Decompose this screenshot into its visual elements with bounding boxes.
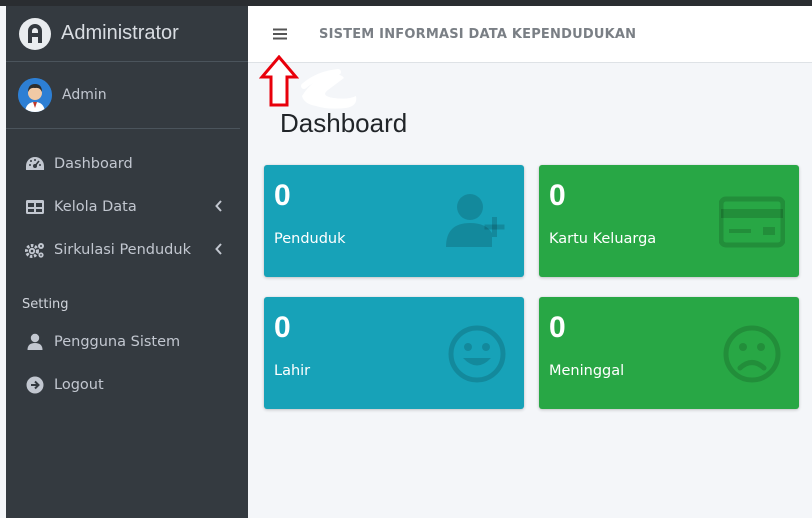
user-icon xyxy=(24,332,46,352)
credit-card-icon xyxy=(719,196,785,248)
sidebar-item-label: Kelola Data xyxy=(54,198,137,215)
brand-link[interactable]: Administrator xyxy=(6,6,248,62)
page-title: Dashboard xyxy=(280,108,408,138)
sidebar-item-dashboard[interactable]: Dashboard xyxy=(6,142,248,185)
stat-label: Penduduk xyxy=(274,231,346,247)
sidebar-item-logout[interactable]: Logout xyxy=(6,363,248,406)
sidebar-item-label: Pengguna Sistem xyxy=(54,333,181,350)
stat-label: Lahir xyxy=(274,363,311,379)
sidebar-item-kelola-data[interactable]: Kelola Data xyxy=(6,185,248,228)
header-title: SISTEM INFORMASI DATA KEPENDUDUKAN xyxy=(319,26,637,42)
smile-icon xyxy=(448,325,506,383)
stat-value: 0 xyxy=(274,179,291,212)
top-navbar: SISTEM INFORMASI DATA KEPENDUDUKAN xyxy=(248,6,812,63)
tachometer-icon xyxy=(24,154,46,174)
stat-label: Meninggal xyxy=(549,363,625,379)
sidebar-item-sirkulasi-penduduk[interactable]: Sirkulasi Penduduk xyxy=(6,228,248,271)
annotation-arrow-icon xyxy=(259,55,299,107)
stat-card-lahir[interactable]: 0 Lahir xyxy=(264,297,524,409)
sign-out-icon xyxy=(24,375,46,395)
sidebar-section-header: Setting xyxy=(22,297,69,312)
chevron-left-icon xyxy=(212,199,226,213)
user-avatar-icon xyxy=(18,78,52,112)
frown-icon xyxy=(723,325,781,383)
stat-card-meninggal[interactable]: 0 Meninggal xyxy=(539,297,799,409)
sidebar-item-pengguna-sistem[interactable]: Pengguna Sistem xyxy=(6,320,248,363)
brand-logo-icon xyxy=(19,17,51,50)
table-icon xyxy=(24,197,46,217)
stat-value: 0 xyxy=(549,179,566,212)
user-name: Admin xyxy=(62,87,107,103)
sidebar-item-label: Logout xyxy=(54,376,104,393)
sidebar: Administrator Admin Dashboard Kelola Dat… xyxy=(6,6,248,518)
stat-card-kartu-keluarga[interactable]: 0 Kartu Keluarga xyxy=(539,165,799,277)
stat-card-penduduk[interactable]: 0 Penduduk xyxy=(264,165,524,277)
sidebar-item-label: Dashboard xyxy=(54,155,133,172)
chevron-left-icon xyxy=(212,242,226,256)
stat-value: 0 xyxy=(549,311,566,344)
brand-title: Administrator xyxy=(61,22,179,44)
stat-label: Kartu Keluarga xyxy=(549,231,657,247)
cogs-icon xyxy=(24,240,46,260)
sidebar-setting-nav: Pengguna Sistem Logout xyxy=(6,320,248,406)
hamburger-icon[interactable] xyxy=(265,19,295,49)
redaction-scribble xyxy=(301,69,357,109)
sidebar-nav: Dashboard Kelola Data Sirkulasi Penduduk xyxy=(6,129,248,271)
sidebar-item-label: Sirkulasi Penduduk xyxy=(54,241,191,258)
user-plus-icon xyxy=(446,194,505,247)
user-panel[interactable]: Admin xyxy=(6,62,240,129)
stat-value: 0 xyxy=(274,311,291,344)
